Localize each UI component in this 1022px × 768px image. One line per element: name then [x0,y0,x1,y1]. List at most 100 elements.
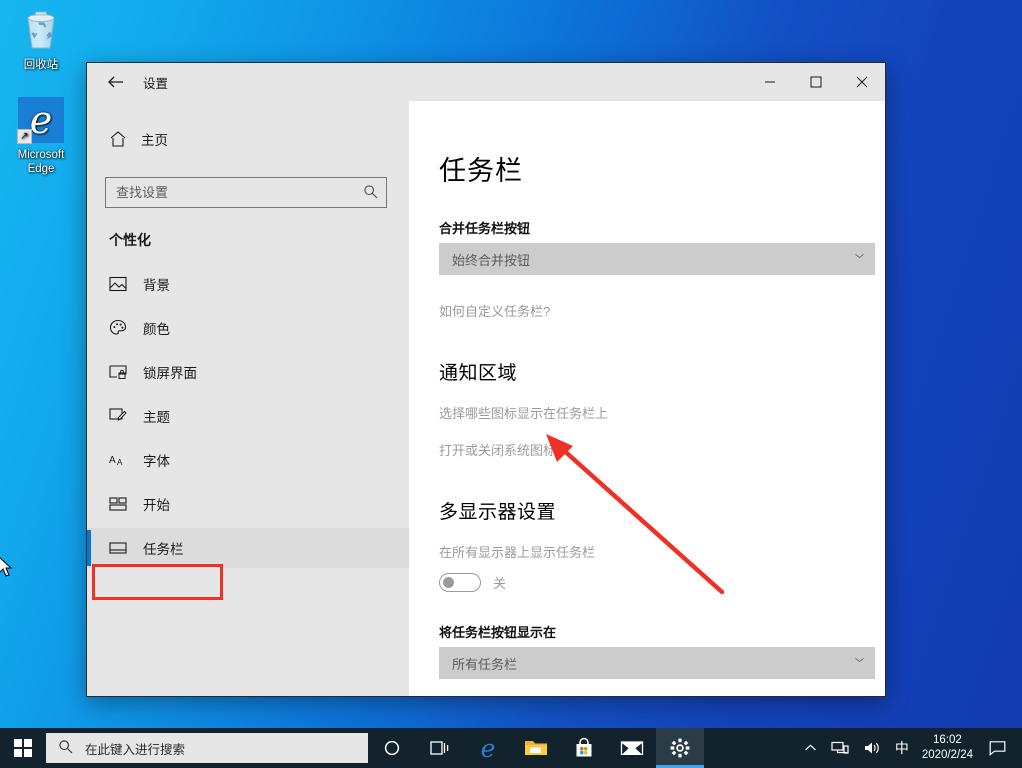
svg-text:A: A [117,458,123,467]
chevron-down-icon: ﹀ [855,655,864,671]
file-explorer-icon [524,738,548,758]
picture-icon [109,276,143,292]
taskbar-icon [109,541,143,555]
show-taskbar-all-displays-label: 在所有显示器上显示任务栏 [439,542,885,561]
sidebar-item-fonts[interactable]: A A 字体 [87,440,409,480]
settings-taskbar-button[interactable] [656,728,704,768]
network-icon [831,740,849,756]
volume-button[interactable] [856,728,888,768]
recycle-bin-icon [4,6,78,54]
taskbar-search-box[interactable]: 在此键入进行搜索 [46,733,368,763]
sidebar-item-label: 背景 [143,274,170,294]
toggle-system-icons-link[interactable]: 打开或关闭系统图标 [439,440,885,459]
mouse-cursor [0,556,14,578]
sidebar-item-label: 颜色 [143,318,170,338]
taskbar: 在此键入进行搜索 e [0,728,1022,768]
sidebar-item-background[interactable]: 背景 [87,264,409,304]
window-controls [747,63,885,101]
palette-icon [109,319,143,337]
toggle-knob [443,577,454,588]
task-view-icon [430,739,450,757]
edge-icon: e ↗ [4,96,78,144]
maximize-button[interactable] [793,63,839,101]
toggle-state-label: 关 [493,573,506,592]
sidebar-item-label: 锁屏界面 [143,362,197,382]
settings-window: 设置 [86,62,886,697]
task-view-button[interactable] [416,728,464,768]
cortana-icon [383,739,401,757]
desktop-icon-microsoft-edge[interactable]: e ↗ Microsoft Edge [4,96,78,176]
svg-text:A: A [109,455,116,466]
windows-logo-icon [14,739,32,757]
close-button[interactable] [839,63,885,101]
network-button[interactable] [824,728,856,768]
back-arrow-icon [107,75,125,89]
search-icon [363,184,378,202]
dropdown-value: 所有任务栏 [452,654,517,673]
window-titlebar: 设置 [87,63,885,101]
settings-content: 任务栏 合并任务栏按钮 始终合并按钮 ﹀ 如何自定义任务栏? 通知区域 选择哪些… [409,101,885,696]
desktop-icon-label: 回收站 [4,58,78,72]
sidebar-item-colors[interactable]: 颜色 [87,308,409,348]
volume-icon [863,740,881,756]
microsoft-store-button[interactable] [560,728,608,768]
action-center-button[interactable] [983,728,1018,768]
tray-overflow-button[interactable] [797,728,824,768]
file-explorer-button[interactable] [512,728,560,768]
customize-taskbar-link[interactable]: 如何自定义任务栏? [439,301,885,320]
minimize-button[interactable] [747,63,793,101]
sidebar-group-label: 个性化 [109,230,409,250]
lock-screen-icon [109,364,143,380]
combine-taskbar-buttons-label: 合并任务栏按钮 [439,218,885,237]
sidebar-home-label: 主页 [141,129,168,149]
dropdown-value: 始终合并按钮 [452,250,530,269]
clock-date: 2020/2/24 [922,748,973,763]
back-button[interactable] [93,66,139,98]
action-center-icon [989,740,1006,756]
settings-gear-icon [669,737,691,759]
sidebar-item-label: 任务栏 [143,538,184,558]
multi-display-heading: 多显示器设置 [439,497,885,524]
search-input[interactable] [116,185,363,200]
chevron-up-icon [804,743,817,753]
sidebar-item-taskbar[interactable]: 任务栏 [87,528,409,568]
select-icons-link[interactable]: 选择哪些图标显示在任务栏上 [439,403,885,422]
clock[interactable]: 16:02 2020/2/24 [916,733,983,763]
start-button[interactable] [0,728,46,768]
ime-indicator[interactable]: 中 [888,728,916,768]
sidebar-item-label: 开始 [143,494,170,514]
sidebar-item-themes[interactable]: 主题 [87,396,409,436]
show-buttons-on-label: 将任务栏按钮显示在 [439,622,885,641]
minimize-icon [764,76,776,88]
sidebar-item-label: 字体 [143,450,170,470]
system-tray: 中 16:02 2020/2/24 [797,728,1022,768]
theme-brush-icon [109,407,143,425]
chevron-down-icon: ﹀ [855,251,864,267]
edge-taskbar-button[interactable]: e [464,728,512,768]
sidebar-item-home[interactable]: 主页 [109,123,409,155]
settings-search-box[interactable] [105,177,387,208]
window-body: 主页 个性化 [87,101,885,696]
combine-taskbar-buttons-dropdown[interactable]: 始终合并按钮 ﹀ [439,243,875,275]
show-buttons-on-dropdown[interactable]: 所有任务栏 ﹀ [439,647,875,679]
mail-button[interactable] [608,728,656,768]
taskbar-search-placeholder: 在此键入进行搜索 [85,739,185,758]
start-menu-icon [109,497,143,511]
close-icon [856,76,868,88]
show-taskbar-all-displays-toggle[interactable] [439,573,481,592]
shortcut-arrow-icon: ↗ [17,129,32,144]
sidebar-item-start[interactable]: 开始 [87,484,409,524]
show-taskbar-all-displays-row: 关 [439,573,885,592]
settings-sidebar: 主页 个性化 [87,101,409,696]
cortana-button[interactable] [368,728,416,768]
font-icon: A A [109,452,143,468]
sidebar-item-lock-screen[interactable]: 锁屏界面 [87,352,409,392]
sidebar-nav-list: 背景 颜色 [87,264,409,568]
desktop-icon-recycle-bin[interactable]: 回收站 [4,6,78,72]
mail-icon [620,739,644,757]
desktop: 回收站 e ↗ Microsoft Edge 设置 [0,0,1022,768]
notification-area-heading: 通知区域 [439,358,885,385]
microsoft-store-icon [573,737,595,759]
desktop-icon-label: Microsoft Edge [4,148,78,176]
clock-time: 16:02 [922,733,973,748]
